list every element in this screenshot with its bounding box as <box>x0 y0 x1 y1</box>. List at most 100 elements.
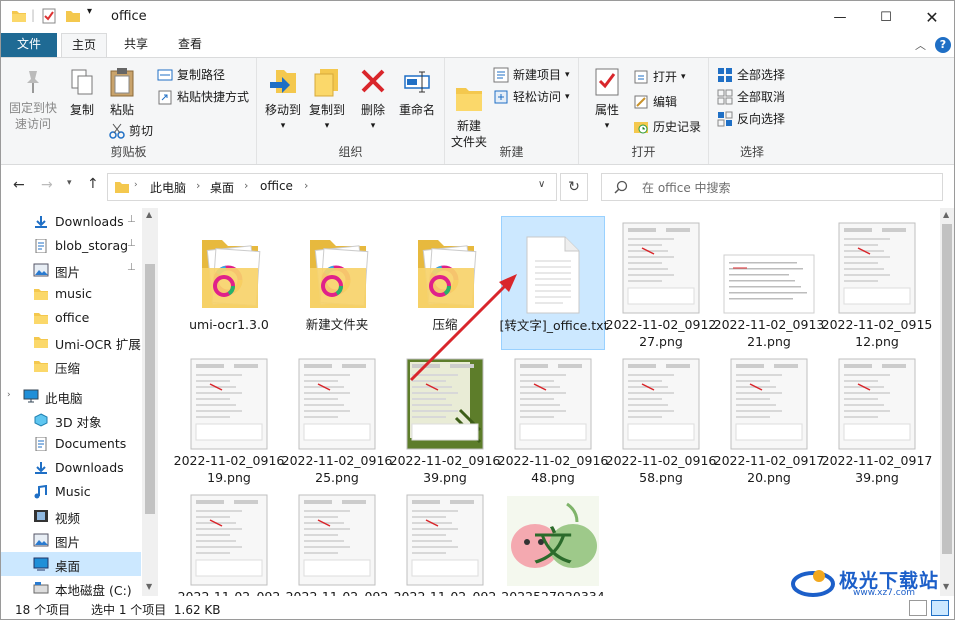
pin-label: 固定到快速访问 <box>8 101 57 131</box>
nav-item-label: 桌面 <box>55 559 81 574</box>
select-none-button[interactable]: 全部取消 <box>717 88 785 105</box>
nav-item-10[interactable]: Downloads <box>1 456 141 480</box>
drive-icon <box>33 581 49 595</box>
delete-button[interactable]: 删除 ▾ <box>355 66 391 134</box>
nav-item-6[interactable]: 压缩 <box>1 354 141 378</box>
file-name: 2022-11-02_092 <box>387 588 503 596</box>
breadcrumb-desktop[interactable]: 桌面 <box>210 179 234 196</box>
folder-icon <box>285 220 389 314</box>
history-button[interactable]: 历史记录 <box>633 118 701 135</box>
nav-item-12[interactable]: 视频 <box>1 504 141 528</box>
file-item[interactable]: 2022-11-02_091739.png <box>822 352 932 485</box>
paste-button[interactable]: 粘贴 <box>105 66 139 118</box>
organize-group: 移动到 ▾ 复制到 ▾ 删除 ▾ 重命名 组织 <box>257 58 445 164</box>
address-bar[interactable]: › 此电脑 › 桌面 › office › ∨ <box>107 173 557 201</box>
tab-share[interactable]: 共享 <box>113 33 159 57</box>
image-thumbnail <box>825 220 929 314</box>
new-item-button[interactable]: 新建项目 ▾ <box>493 66 570 83</box>
file-item[interactable]: 新建文件夹 <box>285 216 389 346</box>
nav-item-13[interactable]: 图片 <box>1 528 141 552</box>
nav-item-label: blob_storag <box>55 238 129 253</box>
nav-item-label: 此电脑 <box>45 391 83 406</box>
breadcrumb-this-pc[interactable]: 此电脑 <box>150 179 186 196</box>
nav-item-7[interactable]: 此电脑 <box>1 384 141 408</box>
up-arrow-icon[interactable]: ↑ <box>87 176 99 192</box>
title-bar: | ▾ office — ☐ ✕ <box>1 1 954 33</box>
rename-button[interactable]: 重命名 <box>395 66 439 118</box>
file-item[interactable]: 2022-11-02_091619.png <box>174 352 284 485</box>
file-item[interactable]: 2022-11-02_092 <box>393 488 497 596</box>
nav-item-5[interactable]: Umi-OCR 扩展€ <box>1 330 141 354</box>
scissors-icon <box>109 123 125 139</box>
nav-item-8[interactable]: 3D 对象 <box>1 408 141 432</box>
open-button[interactable]: 打开 ▾ <box>633 68 686 85</box>
scroll-down-icon[interactable]: ▼ <box>146 582 152 591</box>
file-item[interactable]: 2022-11-02_091720.png <box>714 352 824 485</box>
nav-item-3[interactable]: music <box>1 282 141 306</box>
easy-access-button[interactable]: 轻松访问 ▾ <box>493 88 570 105</box>
file-name: 2022-11-02_091227.png <box>605 317 717 349</box>
select-all-button[interactable]: 全部选择 <box>717 66 785 83</box>
invert-selection-button[interactable]: 反向选择 <box>717 110 785 127</box>
nav-item-label: Music <box>55 484 91 499</box>
large-icons-view-icon[interactable] <box>931 600 949 616</box>
nav-item-4[interactable]: office <box>1 306 141 330</box>
recent-locations-chevron-icon[interactable]: ▾ <box>67 178 72 188</box>
expand-chevron-icon[interactable]: › <box>7 390 11 400</box>
chevron-down-icon[interactable]: ▾ <box>87 6 92 17</box>
nav-scrollbar[interactable]: ▲ ▼ <box>142 208 158 596</box>
nav-item-1[interactable]: blob_storag ⊥ <box>1 234 141 258</box>
copy-to-button[interactable]: 复制到 ▾ <box>305 66 349 134</box>
file-item[interactable]: umi-ocr1.3.0 <box>177 216 281 346</box>
paste-shortcut-button[interactable]: 粘贴快捷方式 <box>157 88 249 105</box>
refresh-button[interactable]: ↻ <box>560 173 588 201</box>
help-icon[interactable]: ? <box>935 37 951 53</box>
separator: | <box>31 8 36 22</box>
nav-item-11[interactable]: Music <box>1 480 141 504</box>
file-item[interactable]: 2022-11-02_091227.png <box>606 216 716 349</box>
details-view-icon[interactable] <box>909 600 927 616</box>
copy-button[interactable]: 复制 <box>65 68 99 118</box>
collapse-ribbon-icon[interactable]: ︿ <box>915 37 926 53</box>
file-item[interactable]: 2022-11-02_092 <box>177 488 281 596</box>
file-item[interactable]: 文2022527920334 <box>501 488 605 596</box>
search-box[interactable]: 在 office 中搜索 <box>601 173 943 201</box>
file-item[interactable]: 2022-11-02_091321.png <box>714 216 824 349</box>
edit-button[interactable]: 编辑 <box>633 93 677 110</box>
properties-button[interactable]: 属性 ▾ <box>587 66 627 134</box>
nav-item-14[interactable]: 桌面 <box>1 552 141 576</box>
file-name: 2022-11-02_092 <box>171 588 287 596</box>
pin-quick-access-button[interactable]: 固定到快速访问 <box>7 68 59 132</box>
breadcrumb-office[interactable]: office <box>260 179 293 193</box>
cut-button[interactable]: 剪切 <box>109 122 153 139</box>
rename-label: 重命名 <box>398 103 435 117</box>
address-dropdown-icon[interactable]: ∨ <box>538 179 545 190</box>
file-name: 2022-11-02_092 <box>279 588 395 596</box>
file-scroll-thumb[interactable] <box>942 224 952 554</box>
forward-arrow-icon[interactable]: → <box>41 177 53 193</box>
scroll-up-icon[interactable]: ▲ <box>146 210 152 219</box>
nav-scroll-thumb[interactable] <box>145 264 155 514</box>
file-item[interactable]: 2022-11-02_091512.png <box>822 216 932 349</box>
tab-home[interactable]: 主页 <box>61 33 107 58</box>
properties-icon[interactable] <box>41 8 57 24</box>
back-arrow-icon[interactable]: ← <box>13 177 25 193</box>
folder-icon <box>115 182 129 193</box>
tab-view[interactable]: 查看 <box>167 33 213 57</box>
tab-file[interactable]: 文件 <box>1 33 57 57</box>
nav-item-9[interactable]: Documents <box>1 432 141 456</box>
file-item[interactable]: 2022-11-02_091658.png <box>606 352 716 485</box>
nav-item-0[interactable]: Downloads ⊥ <box>1 210 141 234</box>
document-icon <box>33 238 49 254</box>
new-folder-icon[interactable] <box>65 8 81 24</box>
file-item[interactable]: 2022-11-02_091625.png <box>282 352 392 485</box>
move-to-button[interactable]: 移动到 ▾ <box>261 66 305 134</box>
copy-path-button[interactable]: 复制路径 <box>157 66 225 83</box>
file-item[interactable]: 2022-11-02_092 <box>285 488 389 596</box>
nav-item-2[interactable]: 图片 ⊥ <box>1 258 141 282</box>
file-view-scrollbar[interactable]: ▲ ▼ <box>940 208 954 596</box>
minimize-button[interactable]: — <box>817 1 863 33</box>
close-button[interactable]: ✕ <box>909 1 954 33</box>
scroll-up-icon[interactable]: ▲ <box>943 210 949 219</box>
maximize-button[interactable]: ☐ <box>863 1 909 33</box>
